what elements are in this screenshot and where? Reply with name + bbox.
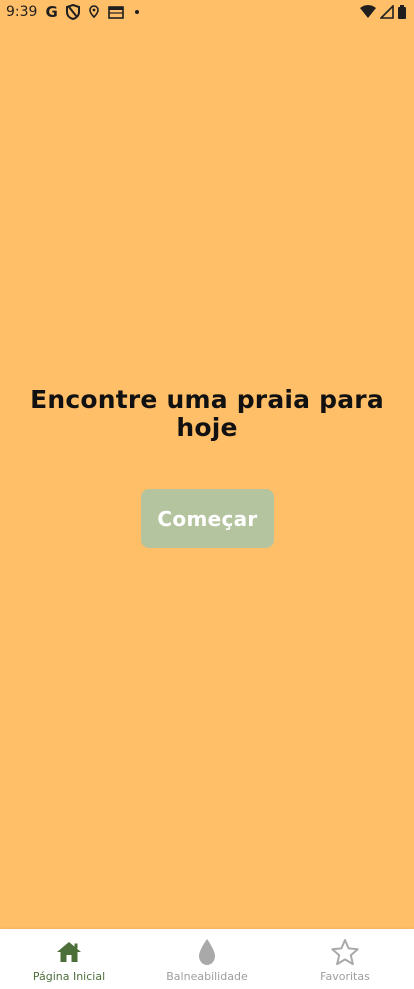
drop-icon [197,937,217,967]
nav-item-home[interactable]: Página Inicial [0,929,138,983]
wifi-icon [360,5,376,19]
dot-icon [132,7,142,17]
shield-icon [65,4,80,20]
bottom-navigation: Página Inicial Balneabilidade Favoritas [0,929,414,989]
status-bar-left: 9:39 G [6,3,142,21]
location-icon [88,5,100,19]
google-icon: G [45,3,58,21]
calendar-icon [107,5,124,19]
start-button[interactable]: Começar [141,489,274,548]
page-title: Encontre uma praia para hoje [30,385,384,442]
status-bar-right [360,5,406,19]
star-icon [330,937,360,967]
battery-icon [398,5,406,19]
signal-icon [380,5,394,19]
nav-label-favoritas: Favoritas [320,970,370,983]
nav-item-favoritas[interactable]: Favoritas [276,929,414,983]
status-bar: 9:39 G [0,0,414,24]
nav-label-home: Página Inicial [32,970,106,983]
status-time: 9:39 [6,4,38,20]
home-icon [56,937,82,967]
nav-item-balneabilidade[interactable]: Balneabilidade [138,929,276,983]
hero: Encontre uma praia para hoje [0,386,414,442]
nav-label-balneabilidade: Balneabilidade [166,970,248,983]
